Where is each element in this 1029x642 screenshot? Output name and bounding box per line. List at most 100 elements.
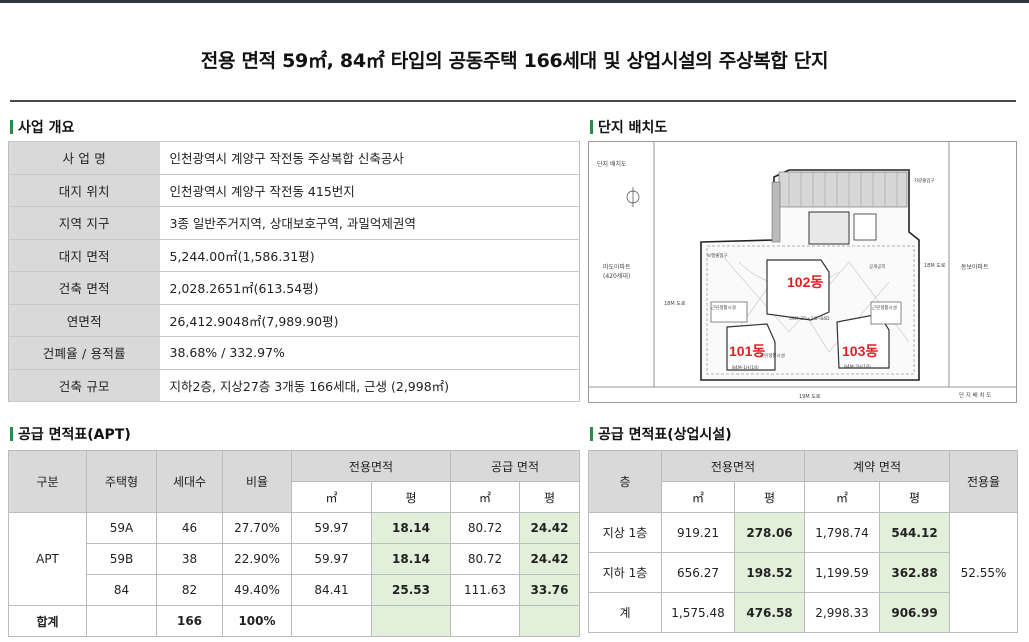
com-unit-header: ㎡	[661, 481, 735, 513]
table-cell	[519, 605, 581, 637]
plan-legend: 단 지 배 치 도	[959, 391, 991, 399]
section-bar-icon	[590, 120, 593, 134]
table-cell: 59.97	[291, 543, 372, 575]
table-cell: 18.14	[370, 543, 452, 575]
table-cell: 82	[156, 574, 223, 606]
overview-row: 지역 지구 3종 일반주거지역, 상대보호구역, 과밀억제권역	[8, 206, 580, 240]
table-cell: 33.76	[519, 574, 581, 606]
road-label-south: 19M 도로	[799, 394, 821, 400]
overview-value: 2,028.2651㎡(613.54평)	[159, 271, 580, 305]
apt-col-header: 세대수	[156, 450, 223, 513]
section-bar-icon	[10, 120, 13, 134]
overview-value: 26,412.9048㎡(7,989.90평)	[159, 303, 580, 337]
table-cell: 2,998.33	[804, 592, 881, 633]
table-cell: 919.21	[661, 512, 735, 553]
neighbor-label-2: (420세대)	[603, 272, 630, 280]
ramp	[771, 181, 781, 243]
apt-supply-table: 구분 주택형 세대수 비율 전용면적 공급 면적 ㎡ 평 ㎡ 평 APT 59A…	[8, 450, 581, 637]
overview-label: 대지 면적	[8, 238, 160, 272]
table-cell: 38	[156, 543, 223, 575]
table-cell: 1,199.59	[804, 552, 881, 593]
overview-row: 건축 규모 지하2층, 지상27층 3개동 166세대, 근생 (2,998㎡)	[8, 368, 580, 402]
overview-value: 38.68% / 332.97%	[159, 336, 580, 370]
plan-small-label: 84M-2H(18)	[844, 364, 871, 370]
table-row: 59B 38 22.90% 59.97 18.14 80.72 24.42	[9, 543, 581, 575]
building-label-102: 102동	[787, 274, 823, 290]
page-title: 전용 면적 59㎡, 84㎡ 타입의 공동주택 166세대 및 상업시설의 주상…	[200, 50, 829, 72]
overview-value: 5,244.00㎡(1,586.31평)	[159, 238, 580, 272]
table-cell: 59B	[86, 543, 157, 575]
table-cell: 544.12	[879, 512, 951, 553]
plan-caption: 단지 배치도	[597, 160, 627, 168]
table-cell: 906.99	[879, 592, 951, 633]
site-plan-image: 102동 101동 103동 단지 배치도 미도아파트 (420세대) 동보아파…	[588, 141, 1017, 403]
plan-small-label: 차량출입구	[914, 177, 935, 184]
commercial-supply-table: 층 전용면적 계약 면적 전용율 ㎡ 평 ㎡ 평 지상 1층 919.21 27…	[588, 450, 1019, 633]
apt-col-header: 구분	[8, 450, 87, 513]
rate-cell: 52.55%	[949, 512, 1019, 633]
overview-section-title: 사업 개요	[18, 120, 75, 136]
apt-unit-header: 평	[370, 481, 452, 513]
title-divider	[10, 100, 1016, 102]
site-plan-drawing: 102동 101동 103동 단지 배치도 미도아파트 (420세대) 동보아파…	[589, 142, 1016, 402]
table-cell: 476.58	[733, 592, 806, 633]
overview-row: 건폐율 / 용적률 38.68% / 332.97%	[8, 336, 580, 370]
section-bar-icon	[10, 427, 13, 441]
table-cell: 27.70%	[222, 512, 292, 544]
table-cell: 84	[86, 574, 157, 606]
table-cell: 1,798.74	[804, 512, 881, 553]
apt-unit-header: ㎡	[450, 481, 521, 513]
com-col-header: 전용율	[949, 450, 1019, 513]
plan-small-label: 84M-1H(18)	[732, 365, 759, 371]
apt-unit-header: ㎡	[291, 481, 372, 513]
building-label-103: 103동	[842, 343, 878, 359]
table-cell: 80.72	[450, 512, 521, 544]
table-cell	[450, 605, 521, 637]
com-supply-section-header: 공급 면적표(상업시설)	[590, 424, 732, 444]
overview-label: 지역 지구	[8, 206, 160, 240]
table-cell: 198.52	[733, 552, 806, 593]
com-unit-header: ㎡	[804, 481, 881, 513]
building-102	[766, 259, 830, 321]
table-cell: 24.42	[519, 543, 581, 575]
table-row: 84 82 49.40% 84.41 25.53 111.63 33.76	[9, 574, 581, 606]
plan-small-label: 보행출입구	[707, 252, 728, 259]
plan-small-label: 공개공지	[869, 263, 886, 270]
overview-label: 건폐율 / 용적률	[8, 336, 160, 370]
facility-box	[853, 213, 877, 241]
apt-col-header: 전용면적	[290, 450, 452, 482]
apt-col-header: 비율	[222, 450, 292, 513]
overview-value: 3종 일반주거지역, 상대보호구역, 과밀억제권역	[159, 206, 580, 240]
overview-value: 인천광역시 계양구 작전동 주상복합 신축공사	[159, 141, 580, 175]
table-cell: 24.42	[519, 512, 581, 544]
total-label-cell: 합계	[8, 605, 87, 637]
com-col-header: 전용면적	[660, 450, 806, 482]
apt-col-header: 주택형	[86, 450, 157, 513]
com-supply-section-title: 공급 면적표(상업시설)	[598, 427, 732, 443]
apt-group-cell: APT	[8, 512, 87, 606]
overview-table: 사 업 명 인천광역시 계양구 작전동 주상복합 신축공사 대지 위치 인천광역시 계…	[8, 141, 580, 402]
table-cell: 18.14	[370, 512, 452, 544]
table-cell: 80.72	[450, 543, 521, 575]
table-cell: 22.90%	[222, 543, 292, 575]
overview-label: 사 업 명	[8, 141, 160, 175]
table-cell	[370, 605, 452, 637]
com-col-header: 층	[588, 450, 662, 513]
site-plan-section-title: 단지 배치도	[598, 120, 668, 136]
road-label-west: 18M 도로	[664, 301, 686, 307]
table-cell: 46	[156, 512, 223, 544]
overview-section-header: 사업 개요	[10, 117, 74, 137]
overview-value: 인천광역시 계양구 작전동 415번지	[159, 173, 580, 207]
neighbor-label-1: 미도아파트	[603, 263, 631, 271]
plan-small-label: 근린생활시설	[872, 304, 897, 311]
table-cell: 지상 1층	[588, 512, 662, 553]
table-cell: 25.53	[370, 574, 452, 606]
table-cell: 지하 1층	[588, 552, 662, 593]
total-ratio-cell: 100%	[222, 605, 292, 637]
table-cell: 111.63	[450, 574, 521, 606]
overview-label: 건축 면적	[8, 271, 160, 305]
road-label-east: 18M 도로	[924, 263, 946, 269]
overview-row: 연면적 26,412.9048㎡(7,989.90평)	[8, 303, 580, 337]
com-col-header: 계약 면적	[804, 450, 951, 482]
table-cell: 278.06	[733, 512, 806, 553]
